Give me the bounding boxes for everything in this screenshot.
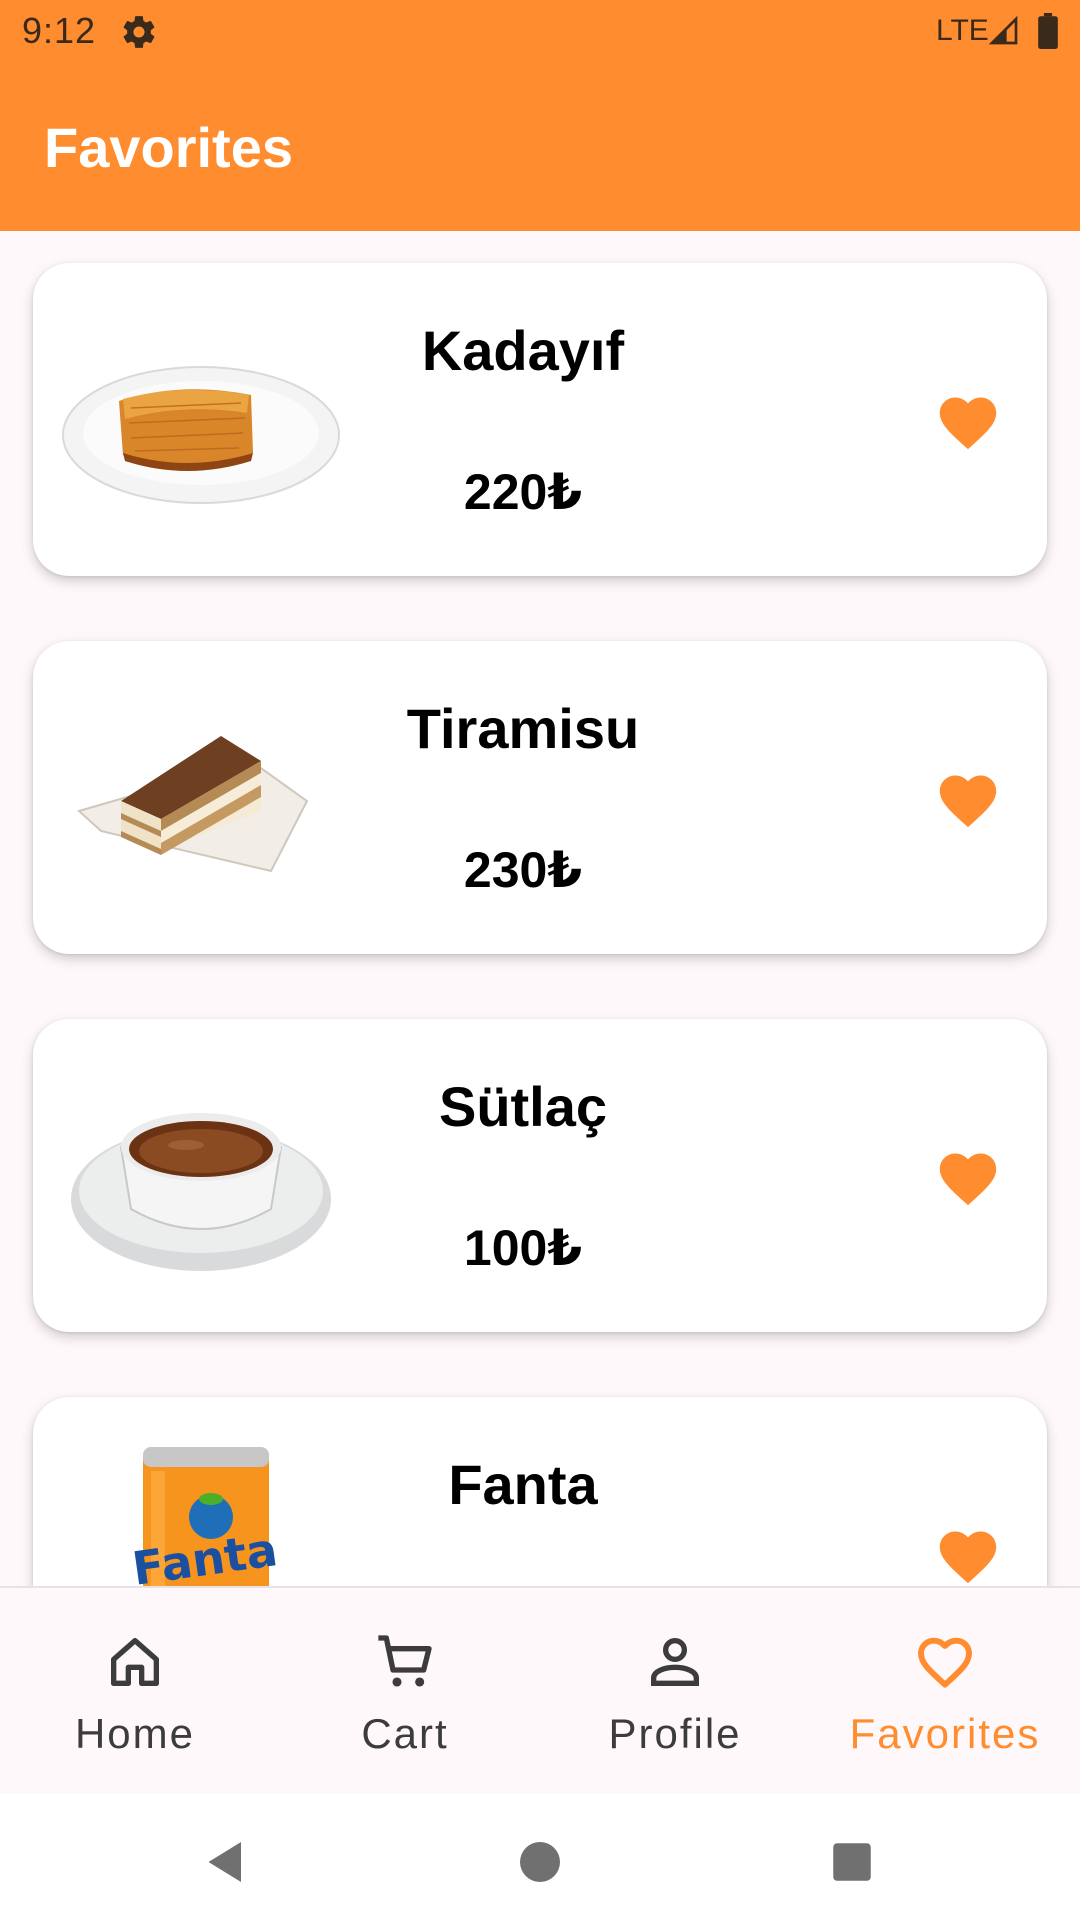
item-name: Kadayıf bbox=[421, 319, 625, 382]
home-circle-icon[interactable] bbox=[510, 1832, 570, 1892]
back-icon[interactable] bbox=[196, 1832, 256, 1892]
favorite-card-sutlac[interactable]: Sütlaç 100₺ bbox=[33, 1019, 1047, 1332]
bottom-navigation: Home Cart Profile Favorites bbox=[0, 1586, 1080, 1796]
person-icon bbox=[651, 1638, 699, 1686]
nav-profile[interactable]: Profile bbox=[540, 1588, 810, 1796]
item-price: 100₺ bbox=[463, 1220, 583, 1276]
fanta-image: Fanta bbox=[129, 1447, 281, 1586]
home-icon bbox=[111, 1638, 159, 1686]
item-price: 220₺ bbox=[463, 464, 583, 520]
heart-icon[interactable] bbox=[933, 767, 1003, 829]
recents-icon[interactable] bbox=[822, 1832, 882, 1892]
tiramisu-image bbox=[77, 736, 309, 873]
heart-icon[interactable] bbox=[933, 1145, 1003, 1207]
item-price: 230₺ bbox=[463, 842, 583, 898]
nav-label: Favorites bbox=[849, 1710, 1041, 1757]
signal-icon bbox=[988, 15, 1018, 45]
kadayif-image bbox=[62, 366, 340, 504]
nav-label: Cart bbox=[361, 1710, 449, 1757]
page-title: Favorites bbox=[44, 116, 293, 179]
nav-label: Profile bbox=[608, 1710, 742, 1757]
favorites-list[interactable]: Kadayıf 220₺ Tiramisu 230₺ Sütlaç 100₺ F… bbox=[0, 231, 1080, 1586]
favorite-card-kadayif[interactable]: Kadayıf 220₺ bbox=[33, 263, 1047, 576]
nav-home[interactable]: Home bbox=[0, 1588, 270, 1796]
status-time: 9:12 bbox=[22, 10, 97, 51]
favorite-card-fanta[interactable]: Fanta Fanta bbox=[33, 1397, 1047, 1586]
cart-icon bbox=[378, 1635, 432, 1687]
nav-cart[interactable]: Cart bbox=[270, 1588, 540, 1796]
system-navigation-bar bbox=[0, 1794, 1080, 1920]
item-name: Tiramisu bbox=[406, 697, 640, 760]
network-type: LTE bbox=[936, 14, 989, 47]
gear-icon bbox=[123, 16, 155, 48]
heart-icon[interactable] bbox=[933, 1523, 1003, 1585]
nav-favorites[interactable]: Favorites bbox=[810, 1588, 1080, 1796]
status-bar: 9:12 LTE bbox=[0, 0, 1080, 63]
favorite-card-tiramisu[interactable]: Tiramisu 230₺ bbox=[33, 641, 1047, 954]
item-name: Fanta bbox=[448, 1453, 598, 1516]
item-name: Sütlaç bbox=[438, 1075, 608, 1138]
sutlac-image bbox=[71, 1113, 331, 1271]
battery-icon bbox=[1038, 13, 1058, 49]
app-bar: Favorites bbox=[0, 63, 1080, 231]
heart-icon[interactable] bbox=[933, 389, 1003, 451]
heart-outline-icon bbox=[918, 1637, 972, 1688]
nav-label: Home bbox=[74, 1710, 196, 1757]
